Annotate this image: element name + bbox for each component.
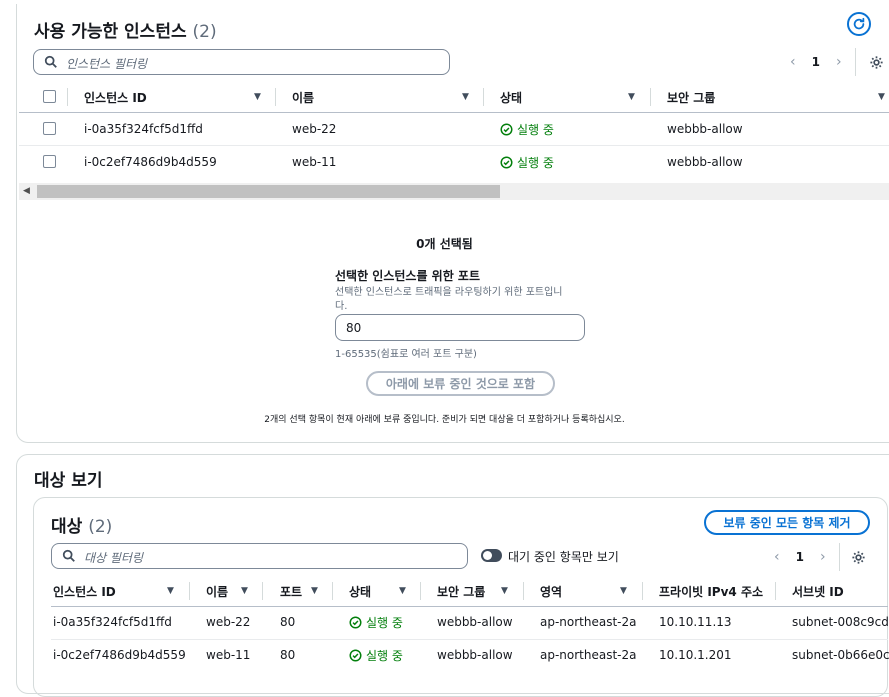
pending-info-text: 2개의 선택 항목이 현재 아래에 보류 중입니다. 준비가 되면 대상을 더 … <box>264 415 625 425</box>
sort-icon[interactable]: ▼ <box>254 92 261 102</box>
prev-page-icon[interactable]: ‹ <box>774 549 780 565</box>
check-circle-icon <box>349 649 362 662</box>
sort-icon[interactable]: ▼ <box>167 586 174 596</box>
port-field-label: 선택한 인스턴스를 위한 포트 <box>335 269 481 283</box>
col-header-status[interactable]: 상태 <box>500 89 522 106</box>
check-circle-icon <box>349 616 362 629</box>
pending-only-toggle[interactable] <box>481 549 502 562</box>
search-placeholder: 인스턴스 필터링 <box>66 57 148 71</box>
table-row-name: web-11 <box>206 648 251 662</box>
pending-only-label: 대기 중인 항목만 보기 <box>508 550 619 564</box>
col-header-subnet-id[interactable]: 서브넷 ID <box>792 583 844 600</box>
status-text: 실행 중 <box>517 156 554 170</box>
table-row-zone: ap-northeast-2a <box>540 615 637 629</box>
current-page[interactable]: 1 <box>812 55 820 69</box>
col-header-zone[interactable]: 영역 <box>540 583 562 600</box>
targets-title-text: 대상 <box>51 517 83 537</box>
table-row-port: 80 <box>280 648 296 662</box>
status-text: 실행 중 <box>366 649 403 663</box>
table-row-security-group: webbb-allow <box>437 615 513 629</box>
scrollbar-thumb[interactable] <box>37 185 500 198</box>
table-row-security-group: webbb-allow <box>667 122 743 136</box>
panel-count: (2) <box>192 22 217 42</box>
col-header-security-group[interactable]: 보안 그룹 <box>437 583 485 600</box>
instance-search-input[interactable]: 인스턴스 필터링 <box>33 49 450 75</box>
remove-all-pending-button[interactable]: 보류 중인 모든 항목 제거 <box>704 510 870 535</box>
panel-title: 사용 가능한 인스턴스 (2) <box>34 17 217 42</box>
col-header-port[interactable]: 포트 <box>280 583 302 600</box>
row-checkbox[interactable] <box>43 155 56 168</box>
status-text: 실행 중 <box>366 616 403 630</box>
search-icon <box>62 549 75 562</box>
sort-icon[interactable]: ▼ <box>462 92 469 102</box>
pagination: ‹ 1 › <box>790 54 842 70</box>
check-circle-icon <box>500 156 513 169</box>
table-row-security-group: webbb-allow <box>437 648 513 662</box>
prev-page-icon[interactable]: ‹ <box>790 54 796 70</box>
search-icon <box>44 55 57 68</box>
include-pending-button[interactable]: 아래에 보류 중인 것으로 포함 <box>366 371 555 396</box>
scroll-left-icon[interactable]: ◀ <box>23 186 30 196</box>
status-running: 실행 중 <box>500 154 554 171</box>
sort-icon[interactable]: ▼ <box>311 586 318 596</box>
refresh-icon <box>853 17 865 30</box>
search-placeholder: 대상 필터링 <box>84 551 144 565</box>
port-input-value: 80 <box>346 321 362 335</box>
sort-icon[interactable]: ▼ <box>241 586 248 596</box>
port-constraint-hint: 1-65535(쉼표로 여러 포트 구분) <box>335 349 477 360</box>
table-row-instance-id: i-0a35f324fcf5d1ffd <box>53 615 172 629</box>
port-field-description-cont: 다. <box>335 301 348 312</box>
table-row-subnet-id: subnet-0b66e0c2 <box>792 648 889 662</box>
status-running: 실행 중 <box>500 121 554 138</box>
port-field-description: 선택한 인스턴스로 트래픽을 라우팅하기 위한 포트입니 <box>335 287 563 298</box>
select-all-checkbox[interactable] <box>43 90 56 103</box>
table-row-port: 80 <box>280 615 296 629</box>
table-row-name: web-22 <box>206 615 251 629</box>
status-running: 실행 중 <box>349 647 403 664</box>
col-header-name[interactable]: 이름 <box>292 89 314 106</box>
table-row-instance-id: i-0c2ef7486d9b4d559 <box>84 155 217 169</box>
table-row-subnet-id: subnet-008c9cdd <box>792 615 889 629</box>
targets-title: 대상 (2) <box>51 512 112 537</box>
port-input[interactable]: 80 <box>335 314 585 341</box>
col-header-status[interactable]: 상태 <box>349 583 371 600</box>
section-heading: 대상 보기 <box>34 471 103 491</box>
next-page-icon[interactable]: › <box>836 54 842 70</box>
settings-gear-icon[interactable] <box>851 550 866 565</box>
settings-gear-icon[interactable] <box>869 55 884 70</box>
selected-count: 0개 선택됨 <box>416 237 473 251</box>
sort-icon[interactable]: ▼ <box>878 92 885 102</box>
col-header-name[interactable]: 이름 <box>206 583 228 600</box>
target-search-input[interactable]: 대상 필터링 <box>51 543 468 569</box>
sort-icon[interactable]: ▼ <box>628 92 635 102</box>
sort-icon[interactable]: ▼ <box>399 586 406 596</box>
check-circle-icon <box>500 123 513 136</box>
status-running: 실행 중 <box>349 614 403 631</box>
remove-all-label: 보류 중인 모든 항목 제거 <box>723 516 851 530</box>
col-header-security-group[interactable]: 보안 그룹 <box>667 89 715 106</box>
panel-title-text: 사용 가능한 인스턴스 <box>34 22 187 42</box>
table-row-name: web-22 <box>292 122 337 136</box>
include-pending-label: 아래에 보류 중인 것으로 포함 <box>385 377 536 391</box>
table-row-private-ip: 10.10.11.13 <box>659 615 732 629</box>
table-row-private-ip: 10.10.1.201 <box>659 648 732 662</box>
table-row-instance-id: i-0a35f324fcf5d1ffd <box>84 122 203 136</box>
col-header-instance-id[interactable]: 인스턴스 ID <box>84 89 147 106</box>
sort-icon[interactable]: ▼ <box>501 586 508 596</box>
table-row-instance-id: i-0c2ef7486d9b4d559 <box>53 648 186 662</box>
pagination: ‹ 1 › <box>774 549 826 565</box>
sort-icon[interactable]: ▼ <box>620 586 627 596</box>
row-checkbox[interactable] <box>43 122 56 135</box>
table-row-zone: ap-northeast-2a <box>540 648 637 662</box>
status-text: 실행 중 <box>517 123 554 137</box>
next-page-icon[interactable]: › <box>820 549 826 565</box>
horizontal-scrollbar[interactable]: ◀ <box>19 183 889 200</box>
col-header-instance-id[interactable]: 인스턴스 ID <box>53 583 116 600</box>
col-header-private-ip[interactable]: 프라이빗 IPv4 주소 <box>659 583 763 600</box>
current-page[interactable]: 1 <box>796 550 804 564</box>
table-row-name: web-11 <box>292 155 337 169</box>
refresh-button[interactable] <box>847 12 871 36</box>
table-row-security-group: webbb-allow <box>667 155 743 169</box>
targets-count: (2) <box>88 517 113 537</box>
